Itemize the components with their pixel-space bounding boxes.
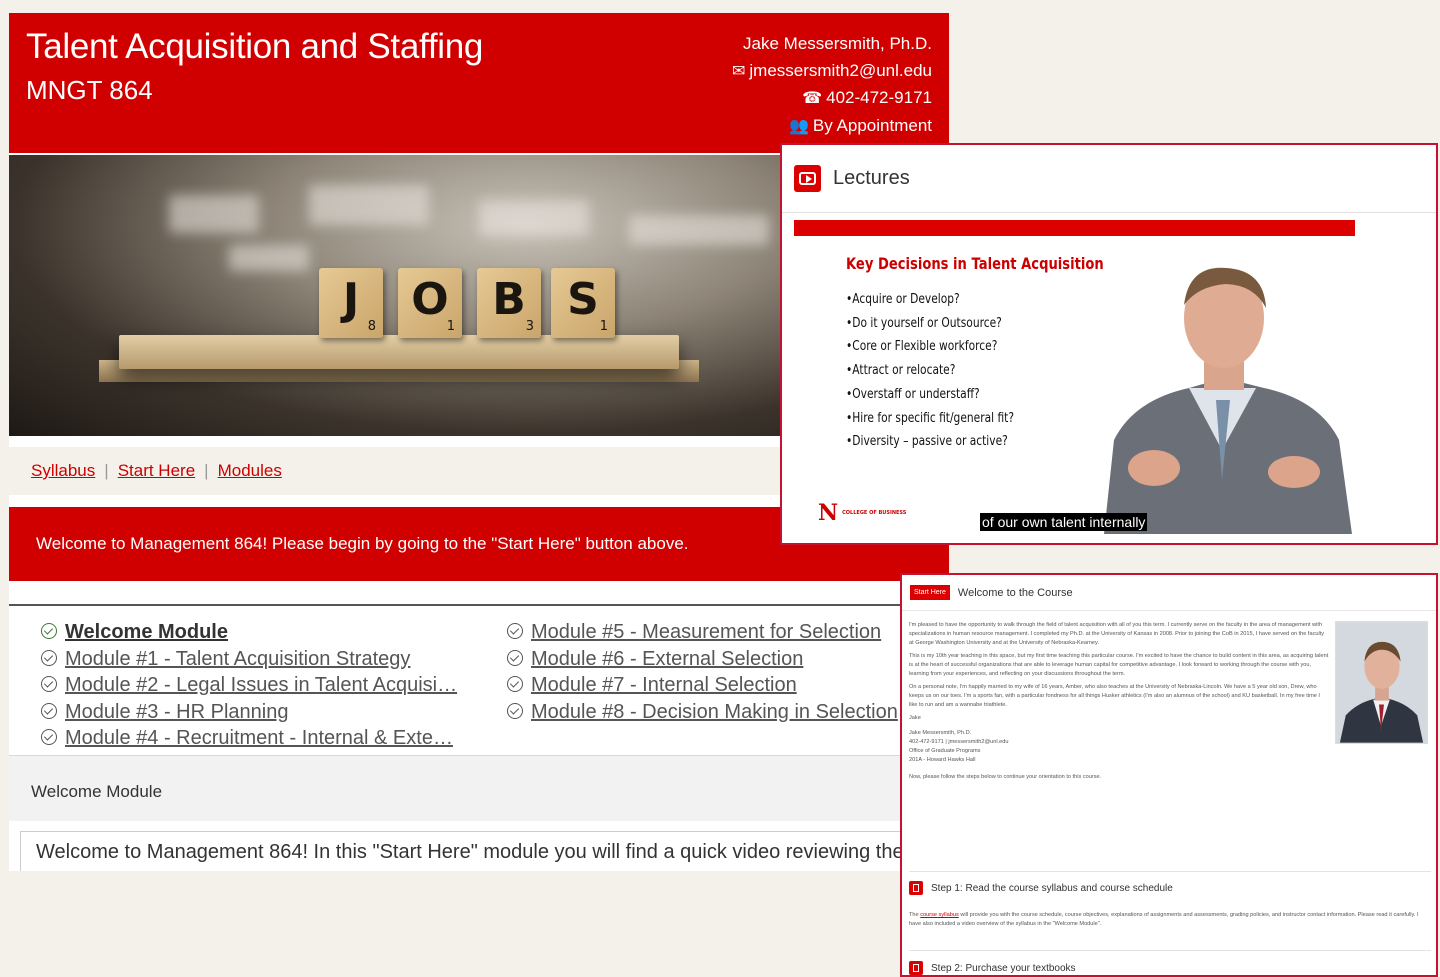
video-caption: of our own talent internally [980,513,1148,531]
lectures-header: Lectures [782,145,1436,213]
video-play-icon [794,165,821,192]
slide-bullet: •Core or Flexible workforce? [846,339,998,355]
instructor-contact: Jake Messersmith, Ph.D. ✉ jmessersmith2@u… [732,31,932,140]
instructor-photo [1335,621,1428,744]
module-column-right: Module #5 - Measurement for Selection Mo… [507,619,927,751]
sign-off: Jake [909,715,921,721]
check-circle-icon [41,702,57,719]
check-circle-icon [507,623,523,639]
course-syllabus-link[interactable]: course syllabus [920,912,959,918]
module-link[interactable]: Module #1 - Talent Acquisition Strategy [65,648,410,670]
office-hours-row: 👥 By Appointment [732,113,932,141]
nav-separator: | [104,461,109,480]
lecture-video[interactable]: Key Decisions in Talent Acquisition •Acq… [794,220,1355,534]
signature-line: 201A - Howard Hawks Hall [909,757,976,763]
start-here-title: Welcome to the Course [957,586,1073,599]
slide-title: Key Decisions in Talent Acquisition [846,254,1104,273]
letter-tile: O1 [398,268,462,338]
module-link[interactable]: Module #3 - HR Planning [65,701,288,723]
lectures-label: Lectures [833,167,910,189]
module-item: Module #7 - Internal Selection [507,672,927,699]
start-here-panel: Start Here Welcome to the Course I'm ple… [900,573,1438,977]
follow-steps-text: Now, please follow the steps below to co… [909,774,1102,780]
module-item: Module #5 - Measurement for Selection [507,619,927,646]
slide-bullet: •Do it yourself or Outsource? [846,315,1002,331]
step-2-title: Step 2: Purchase your textbooks [931,962,1076,974]
letter-tile: S1 [551,268,615,338]
module-item: Module #4 - Recruitment - Internal & Ext… [41,725,507,752]
letter-tile: B3 [477,268,541,338]
check-circle-icon [41,729,57,745]
step-1-title: Step 1: Read the course syllabus and cou… [931,882,1173,894]
module-item: Module #1 - Talent Acquisition Strategy [41,646,507,673]
module-link[interactable]: Module #4 - Recruitment - Internal & Ext… [65,727,453,749]
syllabus-link[interactable]: Syllabus [31,461,95,481]
instructor-phone: 402-472-9171 [826,88,932,107]
step-2: Step 2: Purchase your textbooks [909,961,1076,975]
lectures-panel: Lectures Key Decisions in Talent Acquisi… [780,143,1438,545]
slide-bullets: •Acquire or Develop? •Do it yourself or … [846,288,1014,454]
slide-bullet: •Diversity – passive or active? [846,434,1008,450]
office-hours: By Appointment [812,115,932,135]
modules-link[interactable]: Modules [218,461,282,481]
module-link[interactable]: Module #8 - Decision Making in Selection [531,701,898,723]
slide-top-bar [794,220,1355,236]
nebraska-logo: N COLLEGE OF BUSINESS [818,500,907,526]
module-link[interactable]: Module #6 - External Selection [531,648,803,670]
start-here-badge: Start Here [910,585,950,600]
module-link[interactable]: Module #2 - Legal Issues in Talent Acqui… [65,674,457,696]
course-title: Talent Acquisition and Staffing [26,27,484,66]
instructor-phone-row: ☎ 402-472-9171 [732,85,932,113]
slide-bullet: •Hire for specific fit/general fit? [846,410,1015,426]
module-link[interactable]: Module #7 - Internal Selection [531,674,797,696]
module-item: Module #2 - Legal Issues in Talent Acqui… [41,672,507,699]
module-item: Welcome Module [41,619,507,646]
module-link[interactable]: Module #5 - Measurement for Selection [531,621,881,643]
section-body: Welcome to Management 864! In this "Star… [20,831,949,871]
letter-tile: J8 [319,268,383,338]
check-circle-icon [507,649,523,666]
course-code: MNGT 864 [26,75,153,105]
check-circle-icon [41,649,57,666]
module-item: Module #6 - External Selection [507,646,927,673]
step-1-description: The course syllabus will provide you wit… [909,912,1419,927]
tile-rack [119,335,679,369]
document-icon [909,881,923,895]
slide-bullet: •Overstaff or understaff? [846,386,980,402]
instructor-email-link[interactable]: ✉ jmessersmith2@unl.edu [732,58,932,86]
intro-text: I'm pleased to have the opportunity to w… [909,621,1329,786]
check-circle-icon [507,702,523,719]
users-icon: 👥 [789,117,809,135]
signature-line: 402-472-9171 | jmessersmith2@unl.edu [909,739,1009,745]
intro-paragraph: I'm pleased to have the opportunity to w… [909,622,1325,646]
slide-bullet: •Attract or relocate? [846,363,956,379]
signature-line: Jake Messersmith, Ph.D. [909,730,972,736]
start-here-header: Start Here Welcome to the Course [902,575,1436,611]
phone-icon: ☎ [802,90,823,107]
section-heading: Welcome Module [9,755,949,821]
module-column-left: Welcome Module Module #1 - Talent Acquis… [41,619,507,751]
speaker-image [1104,267,1352,534]
course-banner: Talent Acquisition and Staffing MNGT 864… [9,13,949,153]
envelope-icon: ✉ [731,62,746,80]
instructor-email: jmessersmith2@unl.edu [749,60,932,80]
check-circle-icon [41,623,57,639]
instructor-name: Jake Messersmith, Ph.D. [743,34,932,53]
module-item: Module #3 - HR Planning [41,699,507,726]
step-1: Step 1: Read the course syllabus and cou… [909,881,1173,895]
module-list: Welcome Module Module #1 - Talent Acquis… [9,606,949,751]
start-here-link[interactable]: Start Here [118,461,195,481]
intro-paragraph: This is my 10th year teaching in this sp… [909,653,1329,677]
check-circle-icon [507,676,523,692]
module-item: Module #8 - Decision Making in Selection [507,699,927,726]
module-link[interactable]: Welcome Module [65,621,228,643]
signature-line: Office of Graduate Programs [909,748,981,754]
nav-separator: | [204,461,209,480]
check-circle-icon [41,676,57,692]
intro-paragraph: On a personal note, I'm happily married … [909,684,1320,708]
book-icon [909,961,923,975]
signature-block: Jake Messersmith, Ph.D. 402-472-9171 | j… [909,729,1329,765]
slide-bullet: •Acquire or Develop? [846,292,960,307]
